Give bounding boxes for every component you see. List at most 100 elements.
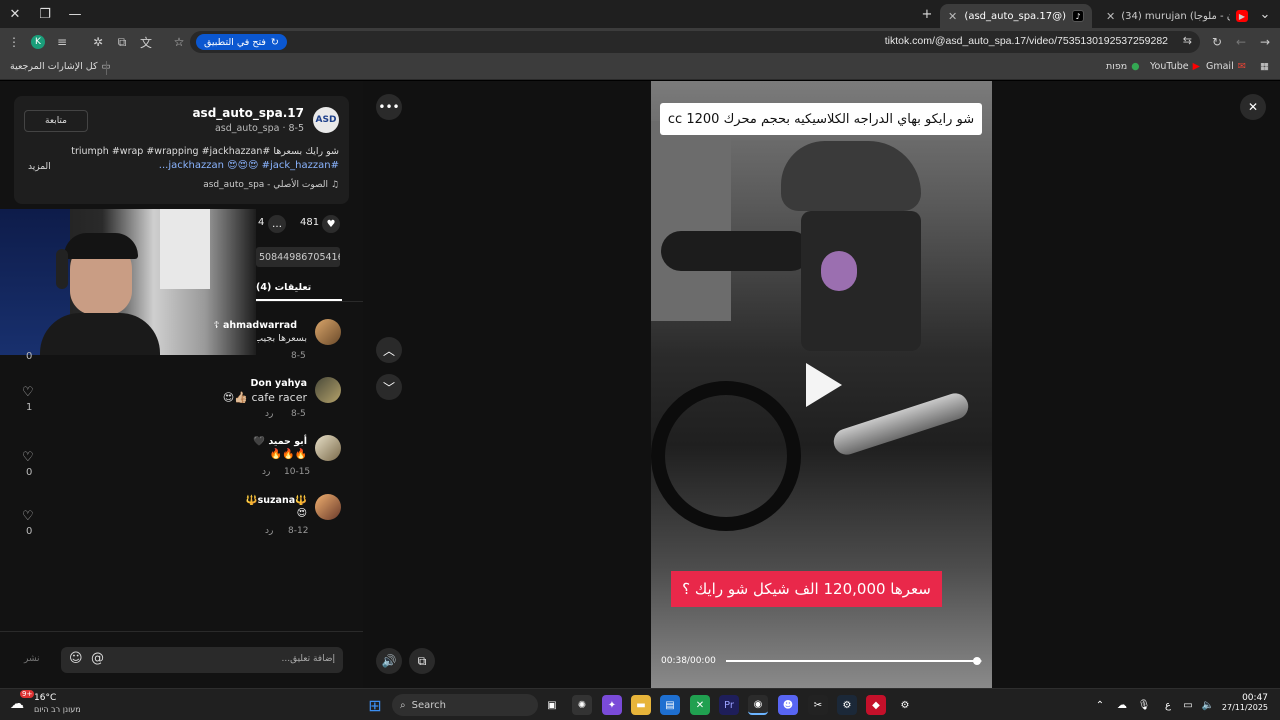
tab-comments[interactable]: (4) تعليقات bbox=[256, 282, 343, 293]
close-tab-icon[interactable]: ✕ bbox=[1106, 10, 1115, 23]
emoji-icon[interactable]: ☺ bbox=[69, 651, 83, 666]
store-app-icon[interactable]: ▤ bbox=[660, 695, 680, 715]
new-tab-button[interactable]: + bbox=[912, 0, 942, 28]
onedrive-icon[interactable]: ☁ bbox=[1112, 695, 1132, 715]
tab-search-icon[interactable]: ⌄ bbox=[1250, 0, 1280, 28]
restore-window-button[interactable]: ❐ bbox=[30, 0, 60, 28]
comment-date: 8-5 bbox=[291, 351, 306, 361]
commenter-avatar[interactable] bbox=[315, 494, 341, 520]
screenshot-icon[interactable]: ⧉ bbox=[113, 33, 131, 51]
weather-text: מעונן רב היום bbox=[34, 705, 81, 714]
all-bookmarks-item[interactable]: كل الإشارات المرجعية ▭ bbox=[10, 61, 111, 72]
apps-grid-icon[interactable]: ▦ bbox=[1260, 61, 1269, 72]
comment-like-count: 0 bbox=[26, 467, 33, 478]
comment-like-icon[interactable]: ♡ bbox=[22, 450, 34, 465]
author-username[interactable]: asd_auto_spa.17 bbox=[192, 106, 304, 120]
speaker-icon[interactable]: 🔈 bbox=[1198, 695, 1218, 715]
commenter-name[interactable]: أبو حميد 🖤 bbox=[253, 436, 307, 447]
close-video-icon[interactable]: ✕ bbox=[1240, 94, 1266, 120]
close-tab-icon[interactable]: ✕ bbox=[948, 10, 957, 23]
microphone-icon[interactable]: 🎙 bbox=[1134, 695, 1154, 715]
comment-like-icon[interactable]: ♡ bbox=[22, 385, 34, 400]
translate-icon[interactable]: 文 bbox=[137, 33, 155, 51]
video-progress-bar[interactable] bbox=[726, 657, 982, 665]
clock[interactable]: 00:47 27/11/2025 bbox=[1222, 693, 1268, 712]
show-hidden-icons[interactable]: ⌃ bbox=[1090, 695, 1110, 715]
bookmark-maps[interactable]: מפות ● bbox=[1106, 61, 1140, 72]
commenter-name[interactable]: ahmadwarrad ☦ bbox=[213, 320, 297, 331]
comment-bubble-icon[interactable]: … bbox=[268, 215, 286, 233]
tab-tiktok[interactable]: ✕ (@asd_auto_spa.17) | TikTok ... ♪ bbox=[940, 4, 1092, 28]
xbox-app-icon[interactable]: ✕ bbox=[690, 695, 710, 715]
author-avatar[interactable]: ASD bbox=[313, 107, 339, 133]
bookmark-gmail[interactable]: Gmail ✉ bbox=[1206, 61, 1246, 72]
minimize-window-button[interactable]: — bbox=[60, 0, 90, 28]
comment-item: Don yahya cafe racer 👍🏼😍 8-5 رد ♡ 1 bbox=[0, 375, 363, 431]
previous-video-icon[interactable]: ︿ bbox=[376, 337, 402, 363]
follow-button[interactable]: متابعة bbox=[24, 110, 88, 132]
weather-widget[interactable]: ☁ 9+ bbox=[10, 690, 35, 713]
tiktok-icon: ♪ bbox=[1072, 10, 1084, 22]
description-line2[interactable]: #jackhazzan 😍😍😍 #jack_hazzan... bbox=[49, 160, 339, 171]
commenter-avatar[interactable] bbox=[315, 319, 341, 345]
bookmark-youtube[interactable]: YouTube ▶ bbox=[1150, 61, 1200, 72]
commenter-name[interactable]: 🔱suzana🔱 bbox=[246, 495, 307, 506]
more-button[interactable]: المزيد bbox=[28, 162, 51, 172]
volume-icon[interactable]: 🔊 bbox=[376, 648, 402, 674]
comment-input[interactable]: ☺ @ إضافة تعليق... bbox=[61, 647, 343, 673]
browser-title-bar: ✕ ❐ — + ✕ (@asd_auto_spa.17) | TikTok ..… bbox=[0, 0, 1280, 28]
video-progress-handle[interactable] bbox=[972, 657, 981, 665]
close-window-button[interactable]: ✕ bbox=[0, 0, 30, 28]
chrome-app-icon[interactable]: ◉ bbox=[748, 695, 768, 715]
music-note-icon: ♫ bbox=[328, 180, 339, 190]
tab-youtube[interactable]: ✕ (34) murujan (محمد عثمان - ملوجا) ▶ bbox=[1098, 4, 1256, 28]
open-in-app-button[interactable]: فتح في التطبيق ↻ bbox=[196, 34, 287, 50]
back-icon[interactable]: → bbox=[1256, 33, 1274, 51]
youtube-label: YouTube bbox=[1150, 61, 1189, 72]
taskbar-search[interactable]: ⌕ Search bbox=[392, 694, 538, 716]
address-bar[interactable]: فتح في التطبيق ↻ tiktok.com/@asd_auto_sp… bbox=[190, 31, 1200, 53]
open-in-app-label: فتح في التطبيق bbox=[204, 36, 266, 48]
reload-icon[interactable]: ↻ bbox=[1208, 33, 1226, 51]
like-heart-icon[interactable]: ♥ bbox=[322, 215, 340, 233]
discord-app-icon[interactable]: ☻ bbox=[778, 695, 798, 715]
task-view-icon[interactable]: ▣ bbox=[542, 695, 562, 715]
reply-button[interactable]: رد bbox=[265, 409, 273, 419]
video-time: 00:38/00:00 bbox=[661, 656, 716, 666]
reply-button[interactable]: رد bbox=[262, 467, 270, 477]
more-options-icon[interactable]: ••• bbox=[376, 94, 402, 120]
mention-icon[interactable]: @ bbox=[91, 651, 104, 666]
input-language[interactable]: ع bbox=[1158, 695, 1178, 715]
premiere-app-icon[interactable]: Pr bbox=[719, 695, 739, 715]
reply-button[interactable]: رد bbox=[265, 526, 273, 536]
play-icon[interactable] bbox=[806, 363, 842, 407]
settings-app-icon[interactable]: ⚙ bbox=[895, 695, 915, 715]
video-frame[interactable]: شو رايكو بهاي الدراجه الكلاسيكيه بحجم مح… bbox=[651, 81, 992, 688]
post-comment-button[interactable]: نشر bbox=[24, 654, 40, 664]
comment-like-icon[interactable]: ♡ bbox=[22, 509, 34, 524]
copy-link-field[interactable]: 50844986705416 bbox=[256, 247, 340, 267]
weather-temp: 16°C bbox=[34, 693, 57, 703]
site-settings-icon[interactable]: ⇆ bbox=[1183, 34, 1192, 47]
network-icon[interactable]: ▭ bbox=[1178, 695, 1198, 715]
extensions-icon[interactable]: ✲ bbox=[89, 33, 107, 51]
bookmark-star-icon[interactable]: ☆ bbox=[170, 33, 188, 51]
commenter-avatar[interactable] bbox=[315, 435, 341, 461]
sound-link[interactable]: ♫ الصوت الأصلي - asd_auto_spa bbox=[203, 180, 339, 190]
comment-date: 8-5 bbox=[291, 409, 306, 419]
copilot-app-icon[interactable]: ✦ bbox=[602, 695, 622, 715]
file-explorer-icon[interactable]: ▬ bbox=[631, 695, 651, 715]
capcut-app-icon[interactable]: ✂ bbox=[808, 695, 828, 715]
commenter-avatar[interactable] bbox=[315, 377, 341, 403]
picture-in-picture-icon[interactable]: ⧉ bbox=[409, 648, 435, 674]
steam-app-icon[interactable]: ⚙ bbox=[837, 695, 857, 715]
menu-icon[interactable]: ⋮ bbox=[5, 33, 23, 51]
profile-avatar[interactable]: K bbox=[29, 33, 47, 51]
chatgpt-app-icon[interactable]: ✺ bbox=[572, 695, 592, 715]
commenter-name[interactable]: Don yahya bbox=[251, 378, 307, 389]
windows-start-icon[interactable]: ⊞ bbox=[365, 695, 385, 715]
next-video-icon[interactable]: ﹀ bbox=[376, 374, 402, 400]
reading-list-icon[interactable]: ≡ bbox=[53, 33, 71, 51]
roblox-app-icon[interactable]: ◆ bbox=[866, 695, 886, 715]
comment-text: 🔥🔥🔥 bbox=[269, 449, 307, 460]
